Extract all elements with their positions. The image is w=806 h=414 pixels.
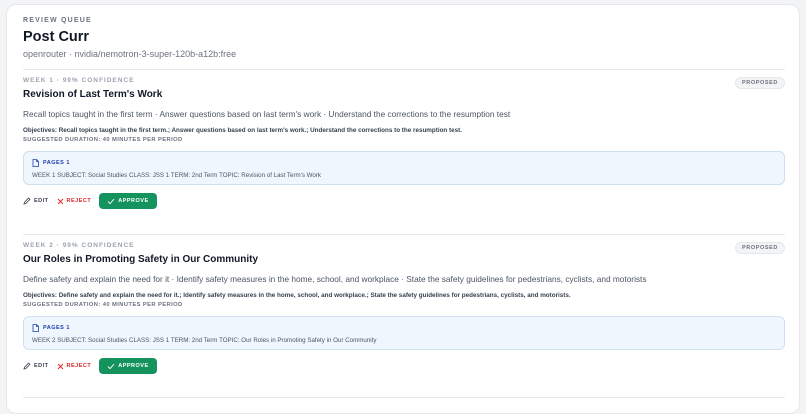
page-entry: WEEK 1 SUBJECT: Social Studies CLASS: JS…: [32, 172, 321, 179]
page-title: Post Curr: [23, 29, 90, 45]
week-objectives: Objectives: Recall topics taught in the …: [23, 127, 462, 134]
divider: [23, 397, 785, 398]
close-icon: [57, 198, 63, 204]
edit-button[interactable]: EDIT: [23, 362, 49, 370]
pencil-icon: [23, 197, 31, 205]
review-queue-card: REVIEW QUEUE Post Curr openrouter · nvid…: [6, 4, 800, 414]
reject-button[interactable]: REJECT: [57, 363, 92, 370]
divider: [23, 234, 785, 235]
reject-label: REJECT: [66, 198, 92, 204]
reject-button[interactable]: REJECT: [57, 198, 92, 205]
week-actions: EDIT REJECT APPROVE: [23, 193, 785, 209]
status-badge: PROPOSED: [735, 242, 785, 254]
week-title: Our Roles in Promoting Safety in Our Com…: [23, 254, 259, 265]
week-duration: SUGGESTED DURATION: 40 MINUTES PER PERIO…: [23, 137, 183, 143]
pages-box: PAGES 1 WEEK 1 SUBJECT: Social Studies C…: [23, 151, 785, 185]
week-title: Revision of Last Term's Work: [23, 89, 163, 100]
close-icon: [57, 363, 63, 369]
status-badge: PROPOSED: [735, 77, 785, 89]
model-subtitle: openrouter · nvidia/nemotron-3-super-120…: [23, 49, 237, 59]
week-card: WEEK 1 · 99% CONFIDENCE PROPOSED Revisio…: [23, 77, 785, 209]
week-card: WEEK 2 · 99% CONFIDENCE PROPOSED Our Rol…: [23, 242, 785, 374]
pages-label: PAGES 1: [43, 325, 70, 331]
week-summary: Define safety and explain the need for i…: [23, 274, 647, 284]
check-icon: [107, 363, 115, 369]
pages-header: PAGES 1: [32, 159, 776, 167]
week-meta: WEEK 1 · 99% CONFIDENCE: [23, 77, 135, 84]
edit-label: EDIT: [34, 363, 49, 369]
pages-box: PAGES 1 WEEK 2 SUBJECT: Social Studies C…: [23, 316, 785, 350]
document-icon: [32, 159, 39, 167]
pages-header: PAGES 1: [32, 324, 776, 332]
week-objectives: Objectives: Define safety and explain th…: [23, 292, 571, 299]
divider: [23, 69, 785, 70]
approve-button[interactable]: APPROVE: [99, 358, 157, 374]
pencil-icon: [23, 362, 31, 370]
pages-label: PAGES 1: [43, 160, 70, 166]
queue-label: REVIEW QUEUE: [23, 17, 92, 24]
week-summary: Recall topics taught in the first term ·…: [23, 109, 511, 119]
reject-label: REJECT: [66, 363, 92, 369]
approve-label: APPROVE: [118, 198, 149, 204]
approve-label: APPROVE: [118, 363, 149, 369]
edit-button[interactable]: EDIT: [23, 197, 49, 205]
week-actions: EDIT REJECT APPROVE: [23, 358, 785, 374]
page-entry: WEEK 2 SUBJECT: Social Studies CLASS: JS…: [32, 337, 377, 344]
approve-button[interactable]: APPROVE: [99, 193, 157, 209]
week-duration: SUGGESTED DURATION: 40 MINUTES PER PERIO…: [23, 302, 183, 308]
edit-label: EDIT: [34, 198, 49, 204]
week-meta: WEEK 2 · 99% CONFIDENCE: [23, 242, 135, 249]
check-icon: [107, 198, 115, 204]
document-icon: [32, 324, 39, 332]
